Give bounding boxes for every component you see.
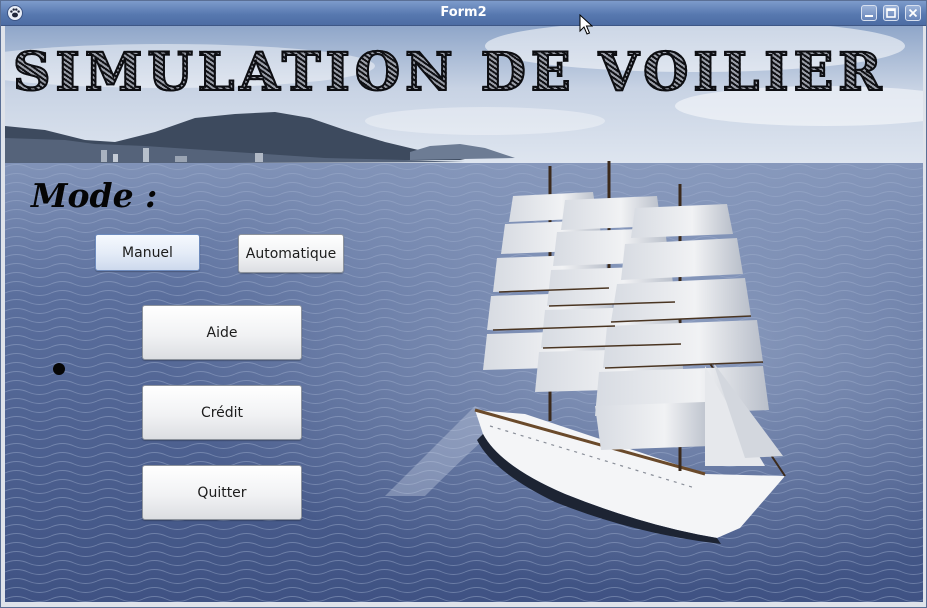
automatique-button[interactable]: Automatique xyxy=(238,234,344,273)
form-client-area: SIMULATION DE VOILIER Mode : Manuel Auto… xyxy=(5,26,923,602)
close-icon[interactable] xyxy=(905,5,921,21)
maximize-icon[interactable] xyxy=(883,5,899,21)
manuel-button[interactable]: Manuel xyxy=(95,234,200,271)
quitter-button[interactable]: Quitter xyxy=(142,465,302,520)
window-title: Form2 xyxy=(440,5,487,20)
mode-label: Mode : xyxy=(31,176,158,215)
credit-button[interactable]: Crédit xyxy=(142,385,302,440)
title-bar[interactable]: Form2 xyxy=(1,1,926,26)
application-window: Form2 SIMULATION DE VOILIER Mode: Manue… xyxy=(0,0,927,608)
selection-dot xyxy=(53,363,65,375)
mouse-pointer-icon xyxy=(579,14,593,35)
page-title: SIMULATION DE VOILIER xyxy=(12,41,887,104)
aide-button[interactable]: Aide xyxy=(142,305,302,360)
minimize-icon[interactable] xyxy=(861,5,877,21)
